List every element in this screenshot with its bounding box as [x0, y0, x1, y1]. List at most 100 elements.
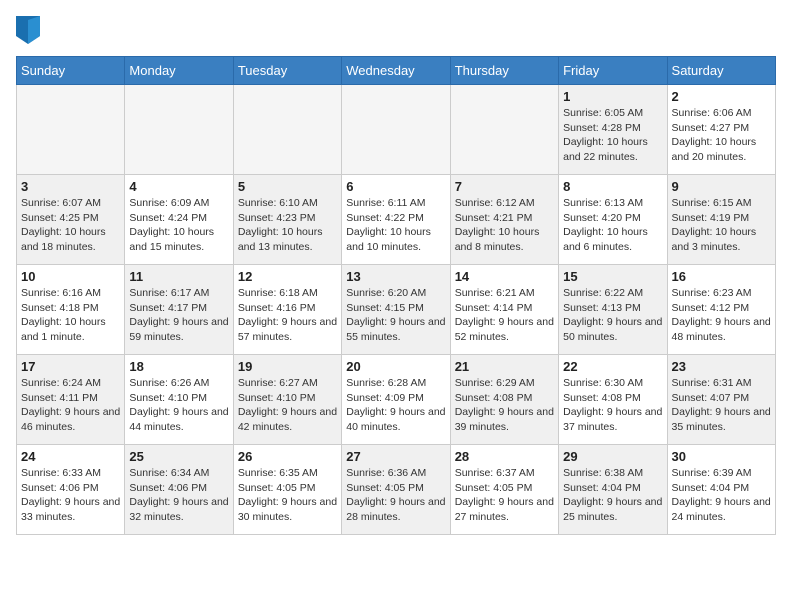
calendar-day-cell: 20 Sunrise: 6:28 AM Sunset: 4:09 PM Dayli…	[342, 355, 450, 445]
day-info: Sunrise: 6:28 AM Sunset: 4:09 PM Dayligh…	[346, 376, 445, 435]
day-number: 27	[346, 449, 445, 464]
calendar-day-cell: 26Sunrise: 6:35 AM Sunset: 4:05 PM Dayli…	[233, 445, 341, 535]
calendar-day-cell: 5 Sunrise: 6:10 AM Sunset: 4:23 PM Daylig…	[233, 175, 341, 265]
calendar-weekday-header: Wednesday	[342, 57, 450, 85]
day-number: 25	[129, 449, 228, 464]
day-info: Sunrise: 6:13 AM Sunset: 4:20 PM Dayligh…	[563, 196, 662, 255]
calendar-day-cell: 11 Sunrise: 6:17 AM Sunset: 4:17 PM Dayli…	[125, 265, 233, 355]
day-info: Sunrise: 6:10 AM Sunset: 4:23 PM Dayligh…	[238, 196, 337, 255]
day-info: Sunrise: 6:11 AM Sunset: 4:22 PM Dayligh…	[346, 196, 445, 255]
calendar-day-cell: 18 Sunrise: 6:26 AM Sunset: 4:10 PM Dayli…	[125, 355, 233, 445]
day-info: Sunrise: 6:05 AM Sunset: 4:28 PM Dayligh…	[563, 106, 662, 165]
calendar-day-cell: 8 Sunrise: 6:13 AM Sunset: 4:20 PM Daylig…	[559, 175, 667, 265]
calendar-day-cell: 30 Sunrise: 6:39 AM Sunset: 4:04 PM Dayli…	[667, 445, 775, 535]
day-info: Sunrise: 6:17 AM Sunset: 4:17 PM Dayligh…	[129, 286, 228, 345]
day-info: Sunrise: 6:34 AM Sunset: 4:06 PM Dayligh…	[129, 466, 228, 525]
day-number: 8	[563, 179, 662, 194]
calendar-week-row: 17 Sunrise: 6:24 AM Sunset: 4:11 PM Dayli…	[17, 355, 776, 445]
calendar-weekday-header: Monday	[125, 57, 233, 85]
day-info: Sunrise: 6:22 AM Sunset: 4:13 PM Dayligh…	[563, 286, 662, 345]
day-number: 7	[455, 179, 554, 194]
logo	[16, 16, 44, 44]
day-info: Sunrise: 6:20 AM Sunset: 4:15 PM Dayligh…	[346, 286, 445, 345]
day-number: 13	[346, 269, 445, 284]
calendar-day-cell: 29 Sunrise: 6:38 AM Sunset: 4:04 PM Dayli…	[559, 445, 667, 535]
day-info: Sunrise: 6:37 AM Sunset: 4:05 PM Dayligh…	[455, 466, 554, 525]
calendar-day-cell: 16 Sunrise: 6:23 AM Sunset: 4:12 PM Dayli…	[667, 265, 775, 355]
calendar-day-cell: 27 Sunrise: 6:36 AM Sunset: 4:05 PM Dayli…	[342, 445, 450, 535]
calendar-day-cell	[17, 85, 125, 175]
day-info: Sunrise: 6:24 AM Sunset: 4:11 PM Dayligh…	[21, 376, 120, 435]
calendar-day-cell: 28 Sunrise: 6:37 AM Sunset: 4:05 PM Dayli…	[450, 445, 558, 535]
calendar-day-cell: 22 Sunrise: 6:30 AM Sunset: 4:08 PM Dayli…	[559, 355, 667, 445]
day-number: 14	[455, 269, 554, 284]
day-number: 28	[455, 449, 554, 464]
logo-icon	[16, 16, 40, 44]
day-info: Sunrise: 6:16 AM Sunset: 4:18 PM Dayligh…	[21, 286, 120, 345]
day-number: 3	[21, 179, 120, 194]
calendar-day-cell	[125, 85, 233, 175]
day-info: Sunrise: 6:06 AM Sunset: 4:27 PM Dayligh…	[672, 106, 771, 165]
calendar-day-cell: 19Sunrise: 6:27 AM Sunset: 4:10 PM Dayli…	[233, 355, 341, 445]
calendar-week-row: 24Sunrise: 6:33 AM Sunset: 4:06 PM Dayli…	[17, 445, 776, 535]
page-header	[16, 16, 776, 44]
day-number: 11	[129, 269, 228, 284]
calendar-day-cell: 25 Sunrise: 6:34 AM Sunset: 4:06 PM Dayli…	[125, 445, 233, 535]
day-number: 29	[563, 449, 662, 464]
day-info: Sunrise: 6:38 AM Sunset: 4:04 PM Dayligh…	[563, 466, 662, 525]
day-number: 30	[672, 449, 771, 464]
calendar-weekday-header: Thursday	[450, 57, 558, 85]
calendar-day-cell: 15 Sunrise: 6:22 AM Sunset: 4:13 PM Dayli…	[559, 265, 667, 355]
day-number: 16	[672, 269, 771, 284]
calendar-day-cell: 9Sunrise: 6:15 AM Sunset: 4:19 PM Daylig…	[667, 175, 775, 265]
day-info: Sunrise: 6:29 AM Sunset: 4:08 PM Dayligh…	[455, 376, 554, 435]
day-info: Sunrise: 6:39 AM Sunset: 4:04 PM Dayligh…	[672, 466, 771, 525]
calendar-day-cell: 24Sunrise: 6:33 AM Sunset: 4:06 PM Dayli…	[17, 445, 125, 535]
calendar-day-cell: 13 Sunrise: 6:20 AM Sunset: 4:15 PM Dayli…	[342, 265, 450, 355]
calendar-weekday-header: Tuesday	[233, 57, 341, 85]
calendar-day-cell: 17 Sunrise: 6:24 AM Sunset: 4:11 PM Dayli…	[17, 355, 125, 445]
calendar-day-cell: 1 Sunrise: 6:05 AM Sunset: 4:28 PM Daylig…	[559, 85, 667, 175]
day-number: 22	[563, 359, 662, 374]
day-number: 15	[563, 269, 662, 284]
calendar-day-cell: 14Sunrise: 6:21 AM Sunset: 4:14 PM Dayli…	[450, 265, 558, 355]
day-info: Sunrise: 6:12 AM Sunset: 4:21 PM Dayligh…	[455, 196, 554, 255]
day-info: Sunrise: 6:23 AM Sunset: 4:12 PM Dayligh…	[672, 286, 771, 345]
calendar-day-cell: 23 Sunrise: 6:31 AM Sunset: 4:07 PM Dayli…	[667, 355, 775, 445]
calendar-day-cell: 21Sunrise: 6:29 AM Sunset: 4:08 PM Dayli…	[450, 355, 558, 445]
day-number: 19	[238, 359, 337, 374]
calendar-day-cell	[450, 85, 558, 175]
calendar-day-cell	[342, 85, 450, 175]
day-number: 5	[238, 179, 337, 194]
day-info: Sunrise: 6:31 AM Sunset: 4:07 PM Dayligh…	[672, 376, 771, 435]
day-info: Sunrise: 6:30 AM Sunset: 4:08 PM Dayligh…	[563, 376, 662, 435]
day-number: 20	[346, 359, 445, 374]
day-number: 10	[21, 269, 120, 284]
calendar-week-row: 3 Sunrise: 6:07 AM Sunset: 4:25 PM Daylig…	[17, 175, 776, 265]
calendar-day-cell: 10 Sunrise: 6:16 AM Sunset: 4:18 PM Dayli…	[17, 265, 125, 355]
day-number: 6	[346, 179, 445, 194]
day-number: 12	[238, 269, 337, 284]
calendar-weekday-header: Saturday	[667, 57, 775, 85]
day-number: 23	[672, 359, 771, 374]
day-number: 17	[21, 359, 120, 374]
calendar-day-cell: 12 Sunrise: 6:18 AM Sunset: 4:16 PM Dayli…	[233, 265, 341, 355]
day-info: Sunrise: 6:07 AM Sunset: 4:25 PM Dayligh…	[21, 196, 120, 255]
day-info: Sunrise: 6:36 AM Sunset: 4:05 PM Dayligh…	[346, 466, 445, 525]
day-info: Sunrise: 6:15 AM Sunset: 4:19 PM Dayligh…	[672, 196, 771, 255]
day-number: 4	[129, 179, 228, 194]
day-number: 2	[672, 89, 771, 104]
day-info: Sunrise: 6:26 AM Sunset: 4:10 PM Dayligh…	[129, 376, 228, 435]
calendar-day-cell: 4Sunrise: 6:09 AM Sunset: 4:24 PM Daylig…	[125, 175, 233, 265]
calendar-weekday-header: Friday	[559, 57, 667, 85]
calendar-day-cell: 3 Sunrise: 6:07 AM Sunset: 4:25 PM Daylig…	[17, 175, 125, 265]
day-number: 1	[563, 89, 662, 104]
calendar-table: SundayMondayTuesdayWednesdayThursdayFrid…	[16, 56, 776, 535]
calendar-day-cell: 7 Sunrise: 6:12 AM Sunset: 4:21 PM Daylig…	[450, 175, 558, 265]
day-info: Sunrise: 6:35 AM Sunset: 4:05 PM Dayligh…	[238, 466, 337, 525]
calendar-week-row: 10 Sunrise: 6:16 AM Sunset: 4:18 PM Dayli…	[17, 265, 776, 355]
day-info: Sunrise: 6:18 AM Sunset: 4:16 PM Dayligh…	[238, 286, 337, 345]
calendar-body: 1 Sunrise: 6:05 AM Sunset: 4:28 PM Daylig…	[17, 85, 776, 535]
day-number: 24	[21, 449, 120, 464]
day-number: 18	[129, 359, 228, 374]
